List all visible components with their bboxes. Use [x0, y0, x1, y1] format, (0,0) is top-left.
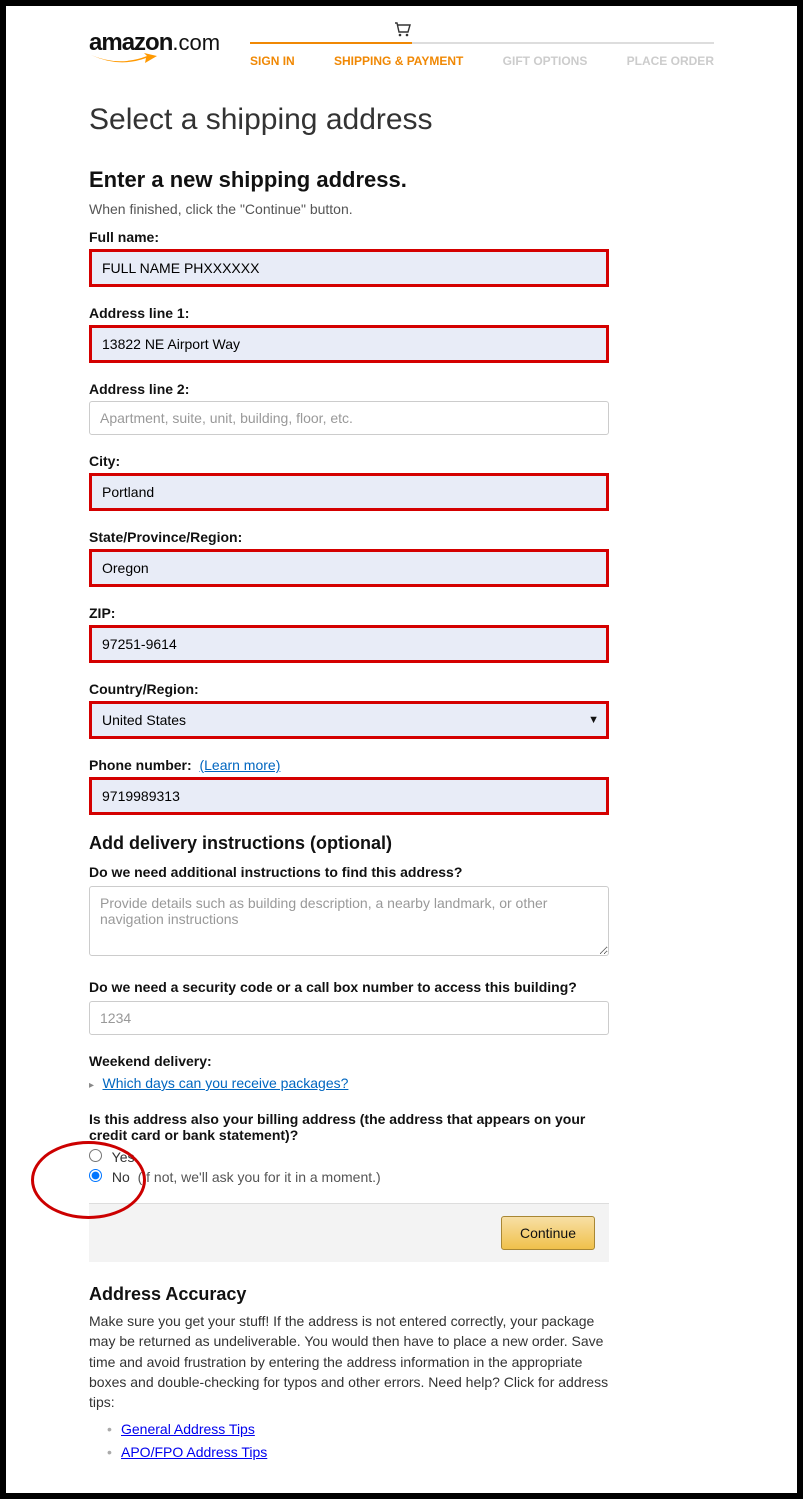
- security-question: Do we need a security code or a call box…: [89, 979, 714, 995]
- continue-button[interactable]: Continue: [501, 1216, 595, 1250]
- address2-input[interactable]: [89, 401, 609, 435]
- weekend-link[interactable]: Which days can you receive packages?: [102, 1075, 348, 1091]
- country-label: Country/Region:: [89, 681, 714, 697]
- country-select[interactable]: United States: [89, 701, 609, 739]
- phone-input[interactable]: [89, 777, 609, 815]
- step-gift-options: GIFT OPTIONS: [503, 54, 588, 68]
- accuracy-heading: Address Accuracy: [89, 1284, 714, 1305]
- billing-yes-radio[interactable]: [89, 1149, 102, 1162]
- full-name-input[interactable]: [89, 249, 609, 287]
- billing-no-hint: (If not, we'll ask you for it in a momen…: [138, 1169, 381, 1185]
- state-label: State/Province/Region:: [89, 529, 714, 545]
- full-name-label: Full name:: [89, 229, 714, 245]
- continue-bar: Continue: [89, 1203, 609, 1262]
- billing-question: Is this address also your billing addres…: [89, 1111, 609, 1143]
- phone-label: Phone number: (Learn more): [89, 757, 714, 773]
- instructions-textarea[interactable]: [89, 886, 609, 956]
- city-input[interactable]: [89, 473, 609, 511]
- instructions-question: Do we need additional instructions to fi…: [89, 864, 714, 880]
- amazon-smile-icon: [89, 53, 159, 65]
- address1-input[interactable]: [89, 325, 609, 363]
- checkout-progress: SIGN IN SHIPPING & PAYMENT GIFT OPTIONS …: [250, 36, 714, 68]
- general-address-tips-link[interactable]: General Address Tips: [121, 1421, 255, 1437]
- checkout-header: amazon.com SIGN IN SHIPPING & PAYMENT GI…: [89, 26, 714, 68]
- address1-label: Address line 1:: [89, 305, 714, 321]
- phone-learn-more-link[interactable]: (Learn more): [199, 757, 280, 773]
- zip-label: ZIP:: [89, 605, 714, 621]
- cart-icon: [394, 22, 412, 43]
- billing-no-label: No: [112, 1169, 130, 1185]
- step-place-order: PLACE ORDER: [627, 54, 714, 68]
- weekend-label: Weekend delivery:: [89, 1053, 714, 1069]
- zip-input[interactable]: [89, 625, 609, 663]
- page-title: Select a shipping address: [89, 103, 714, 137]
- state-input[interactable]: [89, 549, 609, 587]
- delivery-heading: Add delivery instructions (optional): [89, 833, 714, 854]
- billing-no-radio[interactable]: [89, 1169, 102, 1182]
- city-label: City:: [89, 453, 714, 469]
- caret-right-icon: ▸: [89, 1080, 94, 1091]
- apo-fpo-address-tips-link[interactable]: APO/FPO Address Tips: [121, 1444, 267, 1460]
- accuracy-text: Make sure you get your stuff! If the add…: [89, 1311, 609, 1412]
- form-subtext: When finished, click the "Continue" butt…: [89, 201, 714, 217]
- billing-yes-label: Yes: [112, 1149, 135, 1165]
- amazon-logo[interactable]: amazon.com: [89, 29, 220, 65]
- step-shipping-payment: SHIPPING & PAYMENT: [334, 54, 463, 68]
- security-code-input[interactable]: [89, 1001, 609, 1035]
- form-heading: Enter a new shipping address.: [89, 167, 714, 193]
- address2-label: Address line 2:: [89, 381, 714, 397]
- step-sign-in: SIGN IN: [250, 54, 295, 68]
